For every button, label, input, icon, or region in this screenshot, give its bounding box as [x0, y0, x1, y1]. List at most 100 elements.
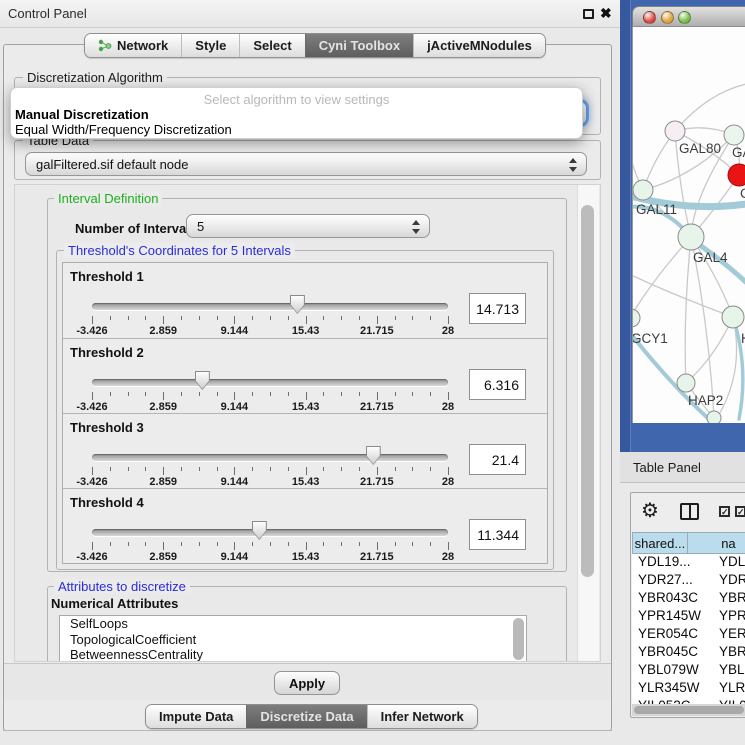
node-label: GAL11: [636, 202, 677, 217]
slider-track[interactable]: [92, 303, 448, 310]
slider-handle[interactable]: [366, 446, 381, 465]
threshold-value-field[interactable]: 11.344: [469, 519, 526, 550]
network-node-c[interactable]: [728, 164, 745, 186]
tick-label: 9.144: [204, 551, 264, 563]
threshold-label: Threshold 1: [70, 269, 144, 284]
tick-mark: [128, 392, 129, 396]
algorithm-hint: Select algorithm to view settings: [11, 92, 582, 107]
tick-mark: [395, 542, 396, 546]
node-label: HAP2: [688, 393, 723, 408]
tick-mark: [288, 467, 289, 471]
tick-label: -3.426: [62, 476, 122, 488]
tick-mark: [323, 392, 324, 396]
tick-mark: [163, 392, 164, 400]
tab-label: Discretize Data: [260, 709, 353, 724]
network-node-hap2[interactable]: [677, 374, 695, 392]
float-window-icon[interactable]: [583, 9, 594, 19]
algorithm-option-equal-width-frequency-discretization[interactable]: Equal Width/Frequency Discretization: [15, 122, 232, 137]
tick-label: 2.859: [133, 476, 193, 488]
tick-mark: [217, 542, 218, 546]
algorithm-option-manual-discretization[interactable]: Manual Discretization: [15, 107, 149, 122]
network-node-gcy1[interactable]: [633, 309, 640, 327]
mac-zoom-icon[interactable]: [678, 11, 691, 24]
table-row[interactable]: YBR045C YBR0: [632, 644, 745, 662]
network-node-h[interactable]: [722, 306, 744, 328]
table-hscrollbar[interactable]: [632, 704, 745, 716]
slider-track[interactable]: [92, 454, 448, 461]
node-label: GA: [732, 145, 745, 160]
tick-label: 2.859: [133, 551, 193, 563]
tick-mark: [448, 316, 449, 324]
table-row[interactable]: YER054CYER0: [632, 626, 745, 644]
table-header-cell-shared-[interactable]: shared...: [632, 532, 688, 554]
mac-close-icon[interactable]: [643, 11, 656, 24]
tick-label: 28: [418, 401, 478, 413]
network-node-gal11[interactable]: [633, 180, 653, 200]
table-row[interactable]: YBR043CYBR0: [632, 590, 745, 608]
network-canvas[interactable]: GAL80GACGAL11GAL4GCY1HHAP2: [632, 27, 745, 423]
threshold-value-field[interactable]: 6.316: [469, 369, 526, 400]
tab-jactivemnodules[interactable]: jActiveMNodules: [413, 34, 545, 57]
cell-shared-name: YDL19...: [638, 554, 691, 569]
tick-mark: [430, 392, 431, 396]
num-intervals-select[interactable]: 5: [186, 214, 430, 238]
bottom-tab-bar: Impute Data Discretize Data Infer Network: [145, 704, 478, 729]
tab-discretize-data[interactable]: Discretize Data: [246, 705, 366, 728]
tick-mark: [110, 392, 111, 396]
close-icon[interactable]: ✖: [600, 5, 612, 22]
tab-cyni-toolbox[interactable]: Cyni Toolbox: [305, 34, 413, 57]
tick-mark: [110, 467, 111, 471]
columns-icon[interactable]: [680, 503, 699, 520]
slider-handle[interactable]: [195, 371, 210, 390]
threshold-value-field[interactable]: 14.713: [469, 293, 526, 324]
panel-scrollbar-thumb[interactable]: [581, 205, 594, 577]
tick-mark: [92, 316, 93, 324]
attribute-item-selfloops[interactable]: SelfLoops: [60, 616, 526, 632]
attribute-item-topologicalcoefficient[interactable]: TopologicalCoefficient: [60, 632, 526, 648]
list-scrollbar[interactable]: [513, 618, 524, 660]
tick-mark: [128, 542, 129, 546]
tick-mark: [306, 467, 307, 475]
tab-impute-data[interactable]: Impute Data: [146, 705, 246, 728]
checkbox-icon[interactable]: ✓: [719, 506, 730, 517]
slider-handle[interactable]: [252, 521, 267, 540]
table-data-select[interactable]: galFiltered.sif default node: [25, 152, 587, 176]
tick-mark: [270, 316, 271, 320]
network-node[interactable]: [707, 411, 721, 423]
tab-label: jActiveMNodules: [427, 38, 532, 53]
numerical-attributes-list[interactable]: SelfLoopsTopologicalCoefficientBetweenne…: [59, 615, 527, 662]
gear-icon[interactable]: ⚙: [641, 498, 659, 523]
cell-shared-name: YBR045C: [638, 644, 698, 659]
network-frame-edge: [620, 0, 631, 452]
tick-mark: [128, 316, 129, 320]
apply-button[interactable]: Apply: [274, 671, 340, 695]
table-row[interactable]: YDL19...YDL1: [632, 554, 745, 572]
table-row[interactable]: YBL079WYBL0: [632, 662, 745, 680]
table-header-cell-na[interactable]: na: [688, 532, 745, 554]
checkbox-icon[interactable]: ✓: [735, 506, 745, 517]
mac-minimize-icon[interactable]: [661, 11, 674, 24]
threshold-value-field[interactable]: 21.4: [469, 444, 526, 475]
tick-mark: [412, 316, 413, 320]
slider-track[interactable]: [92, 529, 448, 536]
network-window-titlebar[interactable]: [632, 6, 745, 27]
tab-select[interactable]: Select: [239, 34, 304, 57]
slider-track[interactable]: [92, 379, 448, 386]
slider-handle[interactable]: [290, 295, 305, 314]
tab-style[interactable]: Style: [181, 34, 239, 57]
tick-label: -3.426: [62, 401, 122, 413]
tab-network[interactable]: Network: [85, 34, 181, 57]
cell-name: YBR0: [719, 644, 745, 659]
network-node-gal4[interactable]: [678, 224, 704, 250]
table-row[interactable]: YLR345WYLR3: [632, 680, 745, 698]
network-node-gal80[interactable]: [665, 121, 685, 141]
tick-mark: [145, 392, 146, 396]
attribute-item-betweennesscentrality[interactable]: BetweennessCentrality: [60, 647, 526, 662]
table-row[interactable]: YDR27...YDR2: [632, 572, 745, 590]
tick-mark: [234, 316, 235, 324]
tick-label: 28: [418, 476, 478, 488]
table-row[interactable]: YPR145WYPR1: [632, 608, 745, 626]
tick-mark: [448, 392, 449, 400]
network-node-ga[interactable]: [724, 125, 744, 145]
tab-infer-network[interactable]: Infer Network: [367, 705, 477, 728]
